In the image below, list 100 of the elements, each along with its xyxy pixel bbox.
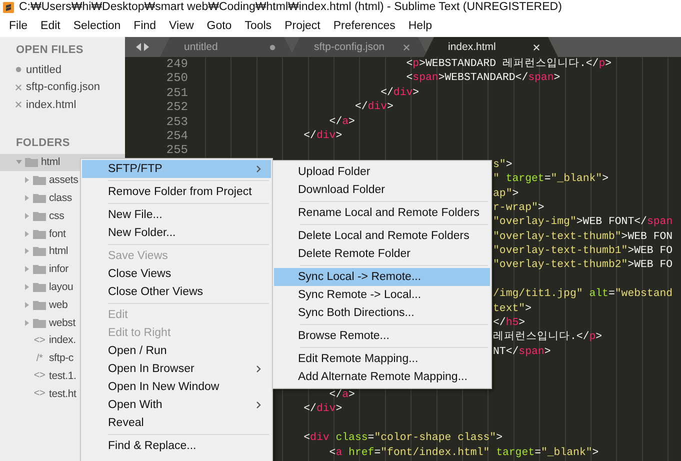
folder-icon xyxy=(33,264,46,274)
menu-item[interactable]: View xyxy=(162,18,200,34)
folder-icon xyxy=(33,282,46,292)
tree-item-label: infor xyxy=(49,263,68,276)
menu-item[interactable]: File xyxy=(2,18,34,34)
context-menu-item[interactable]: New Folder... xyxy=(82,224,271,242)
folder-icon xyxy=(33,175,46,186)
open-file-item[interactable]: index.html xyxy=(0,96,125,114)
menu-item[interactable]: Edit xyxy=(34,18,66,34)
submenu-item[interactable]: Delete Remote Folder xyxy=(274,245,490,263)
code-line: NT</span> xyxy=(493,344,551,360)
submenu-item[interactable]: Delete Local and Remote Folders xyxy=(274,227,490,245)
context-menu-item[interactable]: Close Views xyxy=(82,265,271,283)
context-menu-item[interactable]: Find & Replace... xyxy=(82,437,271,455)
line-number: 251 xyxy=(166,86,188,100)
folder-icon xyxy=(33,210,46,221)
code-line: </div> xyxy=(304,128,342,144)
submenu-item[interactable]: Rename Local and Remote Folders xyxy=(274,204,490,222)
tree-item-label: assets xyxy=(49,174,78,186)
collapsed-arrow-icon[interactable] xyxy=(24,248,30,254)
menu-item[interactable]: Goto xyxy=(200,18,238,34)
code-line: "overlay-text-thumb">WEB FON xyxy=(493,230,673,244)
tree-item-label: test.ht xyxy=(49,388,76,400)
collapsed-arrow-icon[interactable] xyxy=(24,194,30,201)
code-line: </a> xyxy=(329,114,355,129)
submenu-item[interactable]: Sync Remote -> Local... xyxy=(274,286,490,304)
collapsed-arrow-icon[interactable] xyxy=(24,284,30,290)
tab[interactable]: index.html xyxy=(424,37,558,57)
tree-item-label: test.1. xyxy=(49,370,76,382)
code-line: s"> xyxy=(493,158,512,172)
menu-item[interactable]: Tools xyxy=(238,18,278,34)
collapsed-arrow-icon[interactable] xyxy=(24,266,30,272)
open-file-item[interactable]: sftp-config.json xyxy=(0,78,125,96)
chevron-icon xyxy=(256,365,261,373)
menu-item[interactable]: Selection xyxy=(66,18,127,34)
code-line: <a href="font/index.html" target="_blank"> xyxy=(329,446,599,460)
line-number: 250 xyxy=(166,71,188,86)
code-line: <span>WEBSTANDARD</span> xyxy=(406,71,560,86)
tree-item-label: css xyxy=(49,210,64,222)
collapsed-arrow-icon[interactable] xyxy=(24,177,30,184)
code-line: 레퍼런스입니다.</p> xyxy=(493,330,602,345)
code-line: text"> xyxy=(493,302,532,316)
expanded-arrow-icon[interactable] xyxy=(16,159,22,166)
code-line: ap"> xyxy=(493,186,519,201)
context-menu-item[interactable]: Open In New Window xyxy=(82,378,271,396)
collapsed-arrow-icon[interactable] xyxy=(24,230,30,237)
code-line: "overlay-text-thumb1">WEB FO xyxy=(493,244,673,258)
submenu-item[interactable]: Sync Local -> Remote... xyxy=(274,268,490,286)
window-title: C:₩Users₩hi₩Desktop₩smart web₩Coding₩html₩index.html (html) - Sublime Text (UNREGISTERED) xyxy=(19,0,562,14)
folder-icon xyxy=(25,157,38,168)
menu-item[interactable]: Help xyxy=(401,18,438,34)
open-file-item[interactable]: untitled xyxy=(0,61,125,78)
submenu-item[interactable]: Edit Remote Mapping... xyxy=(274,350,490,368)
app-logo-icon xyxy=(3,2,14,12)
code-line: </h5> xyxy=(493,316,526,330)
context-menu-item[interactable]: New File... xyxy=(82,206,271,224)
context-menu-item[interactable]: Close Other Views xyxy=(82,283,271,301)
right-arrow-icon[interactable] xyxy=(144,43,149,51)
tree-item-label: html xyxy=(49,245,68,258)
tree-item-label: sftp-c xyxy=(49,352,74,364)
tab[interactable]: untitled xyxy=(160,37,294,57)
context-menu-item[interactable]: Reveal xyxy=(82,414,271,432)
folder-icon xyxy=(33,192,46,203)
tree-item-label: index. xyxy=(49,334,76,346)
line-number: 254 xyxy=(166,128,188,143)
folder-icon xyxy=(33,246,46,256)
collapsed-arrow-icon[interactable] xyxy=(24,320,30,326)
file-type-icon: <> xyxy=(33,388,46,400)
left-arrow-icon[interactable] xyxy=(136,43,141,51)
tab[interactable]: sftp-config.json xyxy=(290,37,428,57)
collapsed-arrow-icon[interactable] xyxy=(24,302,30,308)
section-header: FOLDERS xyxy=(15,136,71,150)
code-line: " target="_blank"> xyxy=(493,172,608,187)
line-number: 252 xyxy=(166,100,188,114)
context-menu-item[interactable]: Remove Folder from Project xyxy=(82,183,271,201)
context-menu-item[interactable]: SFTP/FTP xyxy=(82,160,271,178)
chevron-icon xyxy=(256,165,261,173)
menu-item[interactable]: Preferences xyxy=(326,18,402,34)
folder-icon xyxy=(33,300,46,310)
submenu-item[interactable]: Sync Both Directions... xyxy=(274,304,490,322)
context-menu-item[interactable]: Open In Browser xyxy=(82,360,271,378)
submenu-item[interactable]: Upload Folder xyxy=(274,163,490,181)
folder-icon xyxy=(33,318,46,328)
tree-item-label: font xyxy=(49,228,66,240)
file-type-icon: <> xyxy=(33,334,46,346)
menu-item[interactable]: Find xyxy=(126,18,162,34)
collapsed-arrow-icon[interactable] xyxy=(24,212,30,219)
context-menu-item[interactable]: Open / Run xyxy=(82,342,271,360)
code-line: </div> xyxy=(304,402,342,417)
chevron-icon xyxy=(256,401,261,409)
context-menu-item[interactable]: Open With xyxy=(82,396,271,414)
menu-item[interactable]: Project xyxy=(278,18,326,34)
submenu-item[interactable]: Download Folder xyxy=(274,181,490,199)
folder-icon xyxy=(33,228,46,239)
code-line: </div> xyxy=(380,86,420,100)
submenu-item[interactable]: Add Alternate Remote Mapping... xyxy=(274,368,490,386)
code-line: <p>WEBSTANDARD 레퍼런스입니다.</p> xyxy=(406,57,612,72)
submenu-item[interactable]: Browse Remote... xyxy=(274,327,490,345)
tree-item-label: web xyxy=(49,298,68,311)
code-line: </div> xyxy=(354,100,394,115)
